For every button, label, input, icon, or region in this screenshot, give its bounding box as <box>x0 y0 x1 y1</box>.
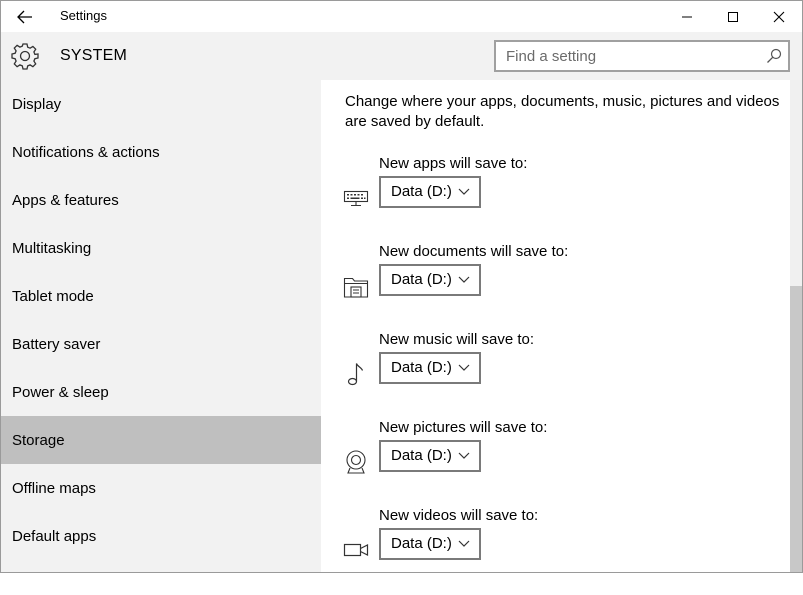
search-box[interactable] <box>494 40 790 72</box>
sidebar-item-label: Display <box>12 95 62 113</box>
camera-icon <box>346 450 366 474</box>
sidebar: Display Notifications & actions Apps & f… <box>1 80 321 572</box>
sidebar-item-label: Power & sleep <box>12 383 109 401</box>
sidebar-item-power-sleep[interactable]: Power & sleep <box>1 368 321 416</box>
search-icon[interactable] <box>766 48 782 64</box>
save-location-videos: New videos will save to: Data (D:) <box>321 507 781 595</box>
apps-location-select[interactable]: Data (D:) <box>379 176 481 208</box>
chevron-down-icon <box>458 188 470 195</box>
chevron-down-icon <box>458 276 470 283</box>
select-value: Data (D:) <box>391 183 452 200</box>
monitor-keyboard-icon <box>343 190 369 207</box>
sidebar-item-multitasking[interactable]: Multitasking <box>1 224 321 272</box>
sidebar-item-apps-features[interactable]: Apps & features <box>1 176 321 224</box>
app-title: Settings <box>60 8 107 23</box>
search-input[interactable] <box>496 42 766 70</box>
scrollbar-thumb[interactable] <box>790 286 802 572</box>
back-button[interactable] <box>7 1 43 32</box>
documents-folder-icon <box>343 277 369 298</box>
sidebar-item-label: Battery saver <box>12 335 101 353</box>
chevron-down-icon <box>458 540 470 547</box>
maximize-button[interactable] <box>710 1 756 32</box>
sidebar-item-label: Storage <box>12 431 65 449</box>
videos-location-select[interactable]: Data (D:) <box>379 528 481 560</box>
select-value: Data (D:) <box>391 271 452 288</box>
music-location-select[interactable]: Data (D:) <box>379 352 481 384</box>
vertical-scrollbar[interactable] <box>790 80 802 572</box>
save-location-label: New pictures will save to: <box>379 419 548 436</box>
save-location-label: New documents will save to: <box>379 243 569 260</box>
sidebar-item-label: Offline maps <box>12 479 96 497</box>
save-location-label: New music will save to: <box>379 331 535 348</box>
sidebar-item-tablet-mode[interactable]: Tablet mode <box>1 272 321 320</box>
documents-location-select[interactable]: Data (D:) <box>379 264 481 296</box>
page-title: SYSTEM <box>60 47 127 64</box>
back-arrow-icon <box>17 10 32 23</box>
video-camera-icon <box>343 543 369 557</box>
gear-icon <box>11 43 39 70</box>
select-value: Data (D:) <box>391 535 452 552</box>
title-bar: Settings <box>1 1 802 32</box>
select-value: Data (D:) <box>391 359 452 376</box>
save-location-pictures: New pictures will save to: Data (D:) <box>321 419 781 507</box>
sidebar-item-label: Default apps <box>12 527 97 545</box>
music-note-icon <box>347 363 364 386</box>
sidebar-item-offline-maps[interactable]: Offline maps <box>1 464 321 512</box>
save-location-music: New music will save to: Data (D:) <box>321 331 781 419</box>
page-header: SYSTEM <box>1 32 802 80</box>
close-icon <box>773 11 785 22</box>
save-location-documents: New documents will save to: Data (D:) <box>321 243 781 331</box>
sidebar-item-label: Multitasking <box>12 239 92 257</box>
chevron-down-icon <box>458 452 470 459</box>
sidebar-item-label: Tablet mode <box>12 287 94 305</box>
main-content: Change where your apps, documents, music… <box>321 80 790 572</box>
minimize-icon <box>682 16 692 17</box>
sidebar-item-storage[interactable]: Storage <box>1 416 321 464</box>
sidebar-item-default-apps[interactable]: Default apps <box>1 512 321 560</box>
minimize-button[interactable] <box>664 1 710 32</box>
save-location-label: New videos will save to: <box>379 507 539 524</box>
close-button[interactable] <box>756 1 802 32</box>
pictures-location-select[interactable]: Data (D:) <box>379 440 481 472</box>
save-location-apps: New apps will save to: Data (D:) <box>321 155 781 243</box>
save-location-label: New apps will save to: <box>379 155 528 172</box>
chevron-down-icon <box>458 364 470 371</box>
sidebar-item-label: Notifications & actions <box>12 143 160 161</box>
intro-text: Change where your apps, documents, music… <box>345 93 780 130</box>
maximize-icon <box>728 11 738 22</box>
sidebar-item-display[interactable]: Display <box>1 80 321 128</box>
select-value: Data (D:) <box>391 447 452 464</box>
sidebar-item-notifications[interactable]: Notifications & actions <box>1 128 321 176</box>
sidebar-item-label: Apps & features <box>12 191 119 209</box>
sidebar-item-battery-saver[interactable]: Battery saver <box>1 320 321 368</box>
